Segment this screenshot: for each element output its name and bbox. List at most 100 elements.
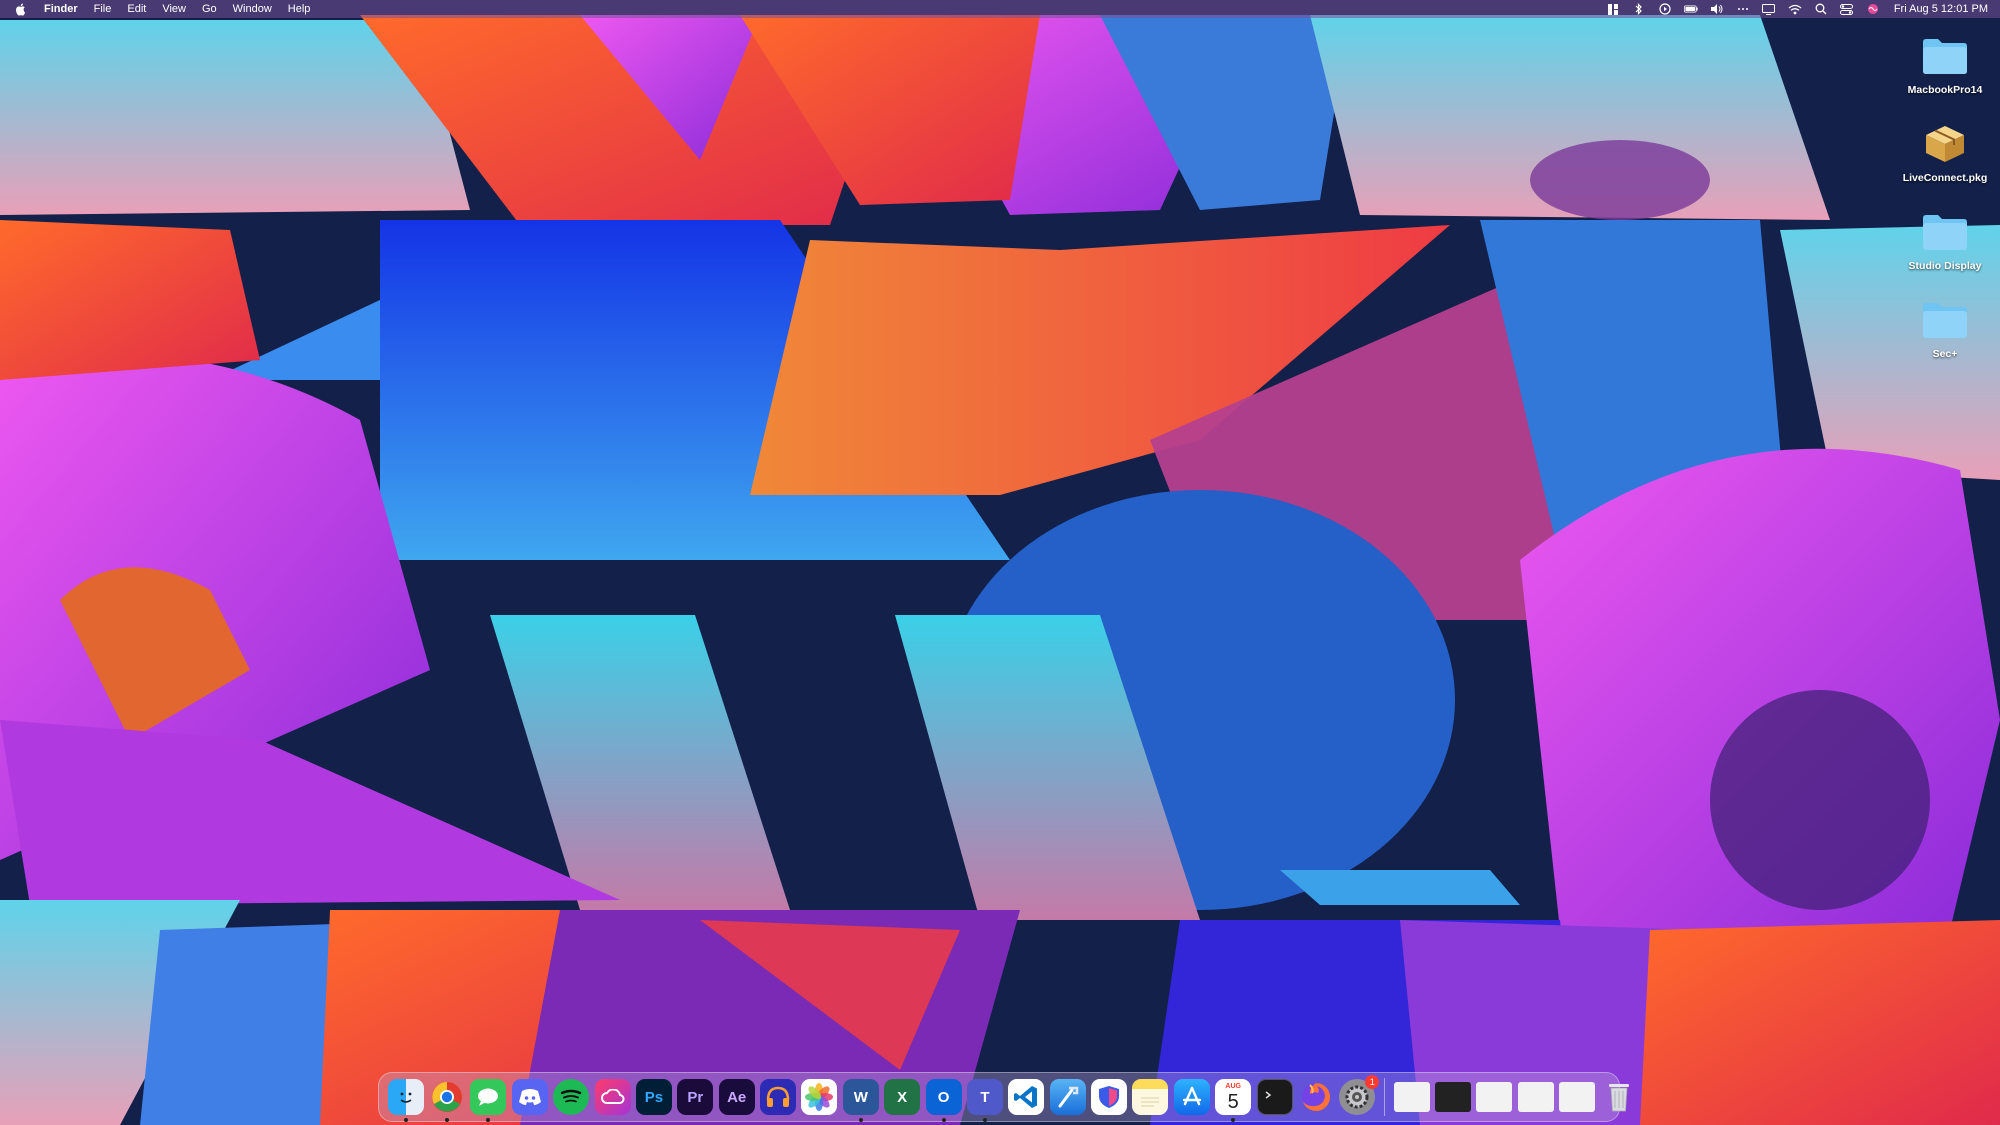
dock-chrome[interactable] <box>429 1079 465 1122</box>
dock-premiere-pro[interactable]: Pr <box>677 1079 714 1115</box>
bluetooth-icon[interactable] <box>1632 2 1646 16</box>
dock-after-effects[interactable]: Ae <box>718 1079 755 1115</box>
window-thumbnail-icon <box>1559 1082 1596 1112</box>
search-icon[interactable] <box>1814 2 1828 16</box>
window-thumbnail-icon <box>1393 1082 1430 1112</box>
excel-icon: X <box>884 1079 921 1115</box>
running-indicator <box>858 1118 863 1122</box>
dock-divider <box>1384 1078 1385 1116</box>
control-center-icon[interactable] <box>1840 2 1854 16</box>
dock-recent-window-5[interactable] <box>1559 1079 1596 1115</box>
menu-file[interactable]: File <box>86 0 120 18</box>
dock-messages[interactable] <box>470 1079 507 1122</box>
dock-creative-cloud[interactable] <box>594 1079 631 1115</box>
calendar-day: 5 <box>1227 1090 1239 1113</box>
battery-icon[interactable] <box>1683 2 1698 16</box>
desktop-item-macbookpro14[interactable]: MacbookPro14 <box>1890 30 2000 118</box>
siri-icon[interactable] <box>1866 2 1880 16</box>
dock-bitwarden-shield[interactable] <box>1091 1079 1128 1115</box>
dock-xcode[interactable] <box>1049 1079 1086 1115</box>
running-indicator <box>445 1118 450 1122</box>
menu-help[interactable]: Help <box>280 0 319 18</box>
dock-photoshop[interactable]: Ps <box>635 1079 672 1115</box>
desktop-icons: MacbookPro14 LiveConnect.pkg Studio Disp… <box>1890 30 2000 382</box>
widget-icon[interactable] <box>1606 2 1620 16</box>
volume-icon[interactable] <box>1710 2 1724 16</box>
dock: Ps Pr Ae W X O T AUG 5 1 <box>378 1072 1629 1122</box>
desktop-wallpaper <box>0 0 2000 1125</box>
dock-notes[interactable] <box>1132 1079 1169 1115</box>
dock-headphones-app[interactable] <box>760 1079 797 1115</box>
desktop-item-label: Sec+ <box>1932 348 1958 360</box>
desktop-item-sec-plus[interactable]: Sec+ <box>1890 294 2000 382</box>
folder-icon <box>1919 294 1971 346</box>
desktop-item-studio-display[interactable]: Studio Display <box>1890 206 2000 294</box>
calendar-month: AUG <box>1225 1082 1241 1090</box>
window-thumbnail-icon <box>1476 1082 1513 1112</box>
wifi-icon[interactable] <box>1788 2 1802 16</box>
desktop-item-liveconnect-pkg[interactable]: LiveConnect.pkg <box>1890 118 2000 206</box>
running-indicator <box>941 1118 946 1122</box>
dock-recent-window-2[interactable] <box>1435 1079 1472 1115</box>
dock-calendar[interactable]: AUG 5 <box>1215 1079 1252 1122</box>
running-indicator <box>982 1118 987 1122</box>
messages-icon <box>470 1079 507 1115</box>
finder-icon <box>387 1079 424 1115</box>
menu-go[interactable]: Go <box>194 0 225 18</box>
running-indicator <box>1231 1118 1236 1122</box>
dock-recent-window-1[interactable] <box>1393 1079 1430 1115</box>
dock-finder[interactable] <box>387 1079 424 1122</box>
dock-outlook[interactable]: O <box>925 1079 962 1122</box>
dock-teams[interactable]: T <box>966 1079 1003 1122</box>
vscode-icon <box>1008 1079 1045 1115</box>
menu-edit[interactable]: Edit <box>119 0 154 18</box>
desktop-item-label: Studio Display <box>1908 260 1982 272</box>
chrome-icon <box>429 1079 465 1115</box>
menu-app-name[interactable]: Finder <box>38 0 86 18</box>
calendar-icon: AUG 5 <box>1215 1079 1252 1115</box>
terminal-icon <box>1256 1079 1293 1115</box>
trash-icon <box>1601 1079 1637 1115</box>
dock-firefox[interactable] <box>1298 1079 1334 1115</box>
window-thumbnail-icon <box>1517 1082 1554 1112</box>
spotify-icon <box>553 1079 590 1115</box>
teams-icon: T <box>966 1079 1003 1115</box>
dock-recent-window-3[interactable] <box>1476 1079 1513 1115</box>
notification-badge: 1 <box>1365 1075 1380 1089</box>
dock-recent-window-4[interactable] <box>1517 1079 1554 1115</box>
dock-word[interactable]: W <box>842 1079 879 1122</box>
menu-view[interactable]: View <box>154 0 194 18</box>
dock-photos[interactable] <box>801 1079 838 1115</box>
folder-icon <box>1919 206 1971 258</box>
desktop-item-label: MacbookPro14 <box>1907 84 1983 96</box>
dock-vscode[interactable] <box>1008 1079 1045 1115</box>
dock-spotify[interactable] <box>553 1079 590 1115</box>
window-thumbnail-icon <box>1435 1082 1472 1112</box>
apple-menu-icon[interactable] <box>14 2 28 16</box>
discord-icon <box>511 1079 548 1115</box>
more-icon[interactable] <box>1736 2 1750 16</box>
notes-icon <box>1132 1079 1169 1115</box>
running-indicator <box>486 1118 491 1122</box>
headphones-icon <box>760 1079 797 1115</box>
dock-excel[interactable]: X <box>884 1079 921 1115</box>
after-effects-icon: Ae <box>718 1079 755 1115</box>
photos-icon <box>801 1079 838 1115</box>
play-icon[interactable] <box>1658 2 1672 16</box>
running-indicator <box>403 1118 408 1122</box>
dock-system-settings[interactable]: 1 <box>1339 1075 1380 1115</box>
display-icon[interactable] <box>1762 2 1776 16</box>
xcode-icon <box>1049 1079 1086 1115</box>
menu-window[interactable]: Window <box>225 0 280 18</box>
photoshop-icon: Ps <box>635 1079 672 1115</box>
word-icon: W <box>842 1079 879 1115</box>
creative-cloud-icon <box>594 1079 631 1115</box>
package-icon <box>1919 118 1971 170</box>
dock-app-store[interactable] <box>1173 1079 1210 1115</box>
dock-trash[interactable] <box>1601 1079 1637 1115</box>
folder-icon <box>1919 30 1971 82</box>
shield-icon <box>1091 1079 1128 1115</box>
dock-discord[interactable] <box>511 1079 548 1115</box>
menu-clock[interactable]: Fri Aug 5 12:01 PM <box>1894 3 1988 15</box>
dock-terminal[interactable] <box>1256 1079 1293 1115</box>
